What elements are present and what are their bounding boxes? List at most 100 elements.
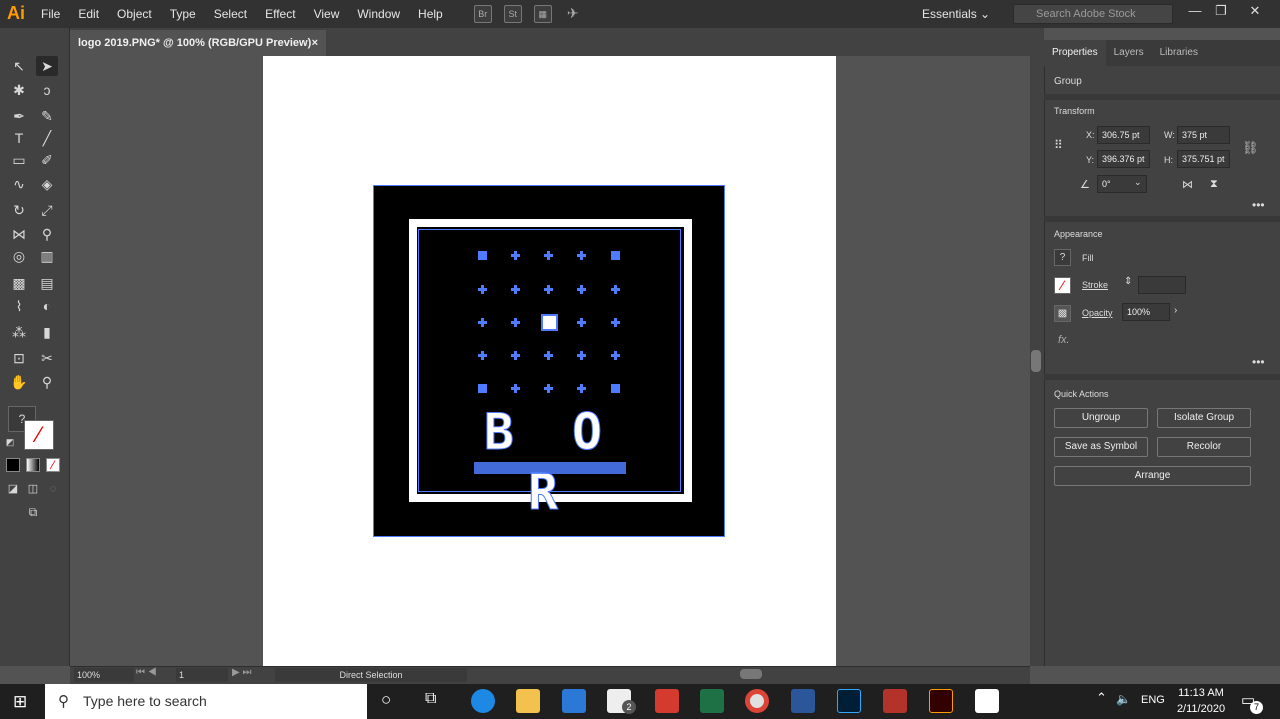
stock-search-input[interactable]: Search Adobe Stock: [1013, 4, 1173, 24]
gradient-mode-icon[interactable]: [26, 458, 40, 472]
curvature-tool-icon[interactable]: ✎: [36, 106, 58, 126]
gradient-tool-icon[interactable]: ▤: [36, 273, 58, 293]
stroke-weight-field[interactable]: [1138, 276, 1186, 294]
tab-libraries[interactable]: Libraries: [1152, 40, 1206, 66]
lasso-tool-icon[interactable]: ↄ: [36, 80, 58, 100]
scale-tool-icon[interactable]: ⤢: [36, 200, 58, 220]
color-mode-icon[interactable]: [6, 458, 20, 472]
vertical-scroll-thumb[interactable]: [1031, 350, 1041, 372]
save-as-symbol-button[interactable]: Save as Symbol: [1054, 437, 1148, 457]
width-tool-icon[interactable]: ⋈: [8, 224, 30, 244]
shape-builder-tool-icon[interactable]: ◎: [8, 246, 30, 266]
isolate-group-button[interactable]: Isolate Group: [1157, 408, 1251, 428]
menu-edit[interactable]: Edit: [69, 0, 108, 28]
flip-vertical-icon[interactable]: ⧗: [1210, 178, 1218, 191]
line-tool-icon[interactable]: ╱: [36, 128, 58, 148]
status-tool-readout[interactable]: Direct Selection: [275, 668, 467, 682]
blend-tool-icon[interactable]: ◐: [36, 296, 58, 316]
stroke-swatch-icon[interactable]: ⁄: [24, 420, 54, 450]
menu-effect[interactable]: Effect: [256, 0, 304, 28]
opacity-field[interactable]: 100%: [1122, 303, 1170, 321]
artboard-nav-icon[interactable]: ⏮ ◀: [136, 667, 157, 678]
direct-selection-tool-icon[interactable]: ➤: [36, 56, 58, 76]
constrain-proportions-icon[interactable]: ⛓: [1242, 140, 1259, 156]
clock[interactable]: 11:13 AM 2/11/2020: [1166, 685, 1236, 718]
tab-layers[interactable]: Layers: [1106, 40, 1152, 66]
draw-normal-icon[interactable]: ◪: [6, 482, 20, 496]
zoom-select[interactable]: 100%: [74, 668, 134, 682]
menu-select[interactable]: Select: [205, 0, 256, 28]
artboard-nav-next-icon[interactable]: ▶ ⏭: [232, 667, 251, 678]
menu-help[interactable]: Help: [409, 0, 452, 28]
hand-tool-icon[interactable]: ✋: [8, 372, 30, 392]
flip-horizontal-icon[interactable]: ⋈: [1182, 178, 1193, 191]
photos-icon[interactable]: [975, 689, 999, 713]
excel-icon[interactable]: [700, 689, 724, 713]
mesh-tool-icon[interactable]: ▩: [8, 273, 30, 293]
volume-icon[interactable]: 🔈: [1116, 692, 1131, 706]
fill-swatch-icon[interactable]: ?: [1054, 249, 1071, 266]
menu-type[interactable]: Type: [161, 0, 205, 28]
close-tab-icon[interactable]: ×: [312, 30, 318, 56]
w-field[interactable]: 375 pt: [1177, 126, 1230, 144]
draw-behind-icon[interactable]: ◫: [26, 482, 40, 496]
default-colors-icon[interactable]: ◩: [4, 436, 16, 448]
artboard-number-select[interactable]: 1: [176, 668, 228, 682]
selection-tool-icon[interactable]: ↖: [8, 56, 30, 76]
none-mode-icon[interactable]: ⁄: [46, 458, 60, 472]
column-graph-tool-icon[interactable]: ▮: [36, 322, 58, 342]
bridge-icon[interactable]: Br: [473, 5, 492, 23]
magic-wand-tool-icon[interactable]: ✱: [8, 80, 30, 100]
app-icon[interactable]: [883, 689, 907, 713]
workspace-switcher[interactable]: Essentials ⌄: [922, 0, 990, 28]
taskbar-search-input[interactable]: Type here to search: [45, 684, 367, 719]
rectangle-tool-icon[interactable]: ▭: [8, 150, 30, 170]
menu-view[interactable]: View: [305, 0, 349, 28]
shaper-tool-icon[interactable]: ∿: [8, 174, 30, 194]
draw-inside-icon[interactable]: ◌: [46, 482, 60, 496]
language-indicator[interactable]: ENG: [1141, 694, 1165, 706]
document-tab[interactable]: logo 2019.PNG* @ 100% (RGB/GPU Preview) …: [70, 30, 326, 56]
type-tool-icon[interactable]: T: [8, 128, 30, 148]
logo-wordmark[interactable]: B O R: [470, 402, 630, 522]
arrange-documents-icon[interactable]: ▦: [533, 5, 552, 23]
gpu-performance-icon[interactable]: ✈: [564, 5, 582, 23]
perspective-grid-tool-icon[interactable]: ▥: [36, 246, 58, 266]
ungroup-button[interactable]: Ungroup: [1054, 408, 1148, 428]
edge-browser-icon[interactable]: [471, 689, 495, 713]
puppet-warp-tool-icon[interactable]: ⚲: [36, 224, 58, 244]
menu-file[interactable]: File: [32, 0, 69, 28]
task-view-icon[interactable]: ⧉: [425, 690, 436, 708]
app-icon[interactable]: [655, 689, 679, 713]
close-window-button[interactable]: ✕: [1240, 0, 1270, 24]
stroke-weight-stepper-icon[interactable]: ⇕: [1124, 276, 1132, 287]
rotate-tool-icon[interactable]: ↻: [8, 200, 30, 220]
screen-mode-icon[interactable]: ⧉: [22, 504, 44, 520]
horizontal-scroll-thumb[interactable]: [740, 669, 762, 679]
eraser-tool-icon[interactable]: ◈: [36, 174, 58, 194]
paintbrush-tool-icon[interactable]: ✐: [36, 150, 58, 170]
fx-label[interactable]: fx.: [1058, 334, 1070, 346]
menu-window[interactable]: Window: [348, 0, 409, 28]
reference-point-icon[interactable]: ⠿: [1054, 138, 1063, 152]
eyedropper-tool-icon[interactable]: ⌇: [8, 296, 30, 316]
chevron-down-icon[interactable]: ⌄: [1134, 177, 1142, 188]
word-icon[interactable]: [791, 689, 815, 713]
photoshop-icon[interactable]: [837, 689, 861, 713]
y-field[interactable]: 396.376 pt: [1097, 150, 1150, 168]
chevron-up-icon[interactable]: ⌃: [1096, 690, 1107, 706]
restore-button[interactable]: ❐: [1206, 0, 1236, 24]
slice-tool-icon[interactable]: ✂: [36, 348, 58, 368]
tab-properties[interactable]: Properties: [1044, 40, 1106, 66]
recolor-button[interactable]: Recolor: [1157, 437, 1251, 457]
symbol-sprayer-tool-icon[interactable]: ⁂: [8, 322, 30, 342]
opacity-label[interactable]: Opacity: [1082, 308, 1113, 318]
artboard-tool-icon[interactable]: ⊡: [8, 348, 30, 368]
cortana-icon[interactable]: ○: [381, 690, 391, 710]
pen-tool-icon[interactable]: ✒: [8, 106, 30, 126]
windows-start-icon[interactable]: ⊞: [13, 692, 27, 712]
arrange-button[interactable]: Arrange: [1054, 466, 1251, 486]
file-explorer-icon[interactable]: [516, 689, 540, 713]
store-icon[interactable]: [562, 689, 586, 713]
stroke-label[interactable]: Stroke: [1082, 280, 1108, 290]
